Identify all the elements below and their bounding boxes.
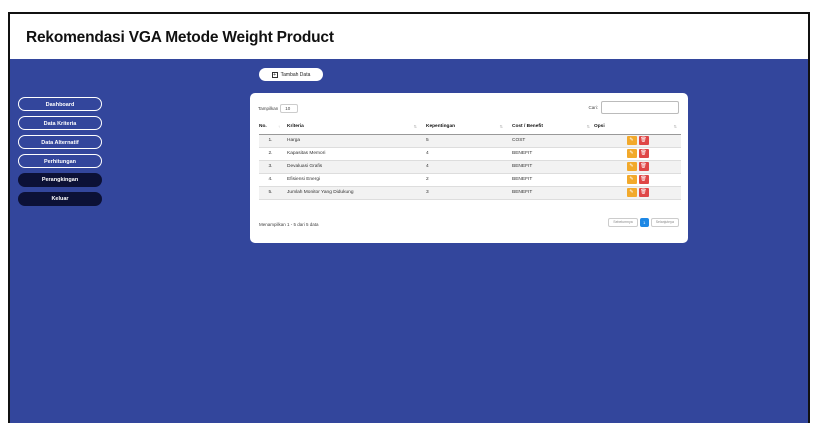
col-header-kriteria[interactable]: Kriteria ⇅ bbox=[282, 120, 421, 135]
entries-length-control: Tampilkan 10 bbox=[258, 104, 299, 113]
main-content: + Tambah Data Tampilkan 10 Cari: No. ↑ Kr… bbox=[116, 59, 808, 423]
edit-icon[interactable]: ✎ bbox=[626, 175, 637, 184]
cell-kepentingan: 3 bbox=[421, 186, 507, 200]
trash-icon[interactable]: 🗑 bbox=[638, 188, 649, 197]
trash-icon[interactable]: 🗑 bbox=[638, 136, 649, 145]
cell-kepentingan: 2 bbox=[421, 173, 507, 187]
trash-icon[interactable]: 🗑 bbox=[638, 149, 649, 158]
cell-kepentingan: 5 bbox=[421, 134, 507, 148]
table-info: Menampilkan 1 - 5 dari 5 data bbox=[259, 222, 319, 227]
cell-opsi: ✎ 🗑 bbox=[594, 173, 681, 187]
col-header-opsi[interactable]: Opsi ⇅ bbox=[594, 120, 681, 135]
cell-no: 3. bbox=[259, 160, 282, 174]
table-row: 4. Efisiensi Energi 2 BENEFIT ✎ 🗑 bbox=[259, 173, 681, 187]
cell-no: 5. bbox=[259, 186, 282, 200]
trash-icon[interactable]: 🗑 bbox=[638, 175, 649, 184]
sidebar-item-perangkingan[interactable]: Perangkingan bbox=[18, 173, 102, 187]
sidebar-item-data-alternatif[interactable]: Data Alternatif bbox=[18, 135, 102, 149]
cell-no: 4. bbox=[259, 173, 282, 187]
col-header-no[interactable]: No. ↑ bbox=[259, 120, 282, 135]
header: Rekomendasi VGA Metode Weight Product bbox=[10, 14, 808, 58]
app-title: Rekomendasi VGA Metode Weight Product bbox=[26, 29, 334, 46]
cell-opsi: ✎ 🗑 bbox=[594, 186, 681, 200]
col-header-cost-benefit[interactable]: Cost / Benefit ⇅ bbox=[507, 120, 594, 135]
sidebar-item-data-kriteria[interactable]: Data Kriteria bbox=[18, 116, 102, 130]
app-window: Rekomendasi VGA Metode Weight Product Da… bbox=[8, 12, 810, 423]
show-label: Tampilkan bbox=[258, 106, 279, 111]
table-row: 1. Harga 5 COST ✎ 🗑 bbox=[259, 134, 681, 148]
cell-kriteria: Kapasitas Memori bbox=[282, 147, 421, 161]
sort-arrow-icon: ↑ bbox=[278, 124, 280, 129]
plus-square-icon: + bbox=[271, 71, 278, 78]
cell-kriteria: Devaluasi Grafis bbox=[282, 160, 421, 174]
sidebar: Dashboard Data Kriteria Data Alternatif … bbox=[10, 59, 116, 423]
cell-cost-benefit: BENEFIT bbox=[507, 173, 594, 187]
sidebar-item-keluar[interactable]: Keluar bbox=[18, 192, 102, 206]
cell-kriteria: Jumlah Monitor Yang Didukung bbox=[282, 186, 421, 200]
cell-cost-benefit: BENEFIT bbox=[507, 147, 594, 161]
edit-icon[interactable]: ✎ bbox=[626, 149, 637, 158]
edit-icon[interactable]: ✎ bbox=[626, 162, 637, 171]
table-row: 5. Jumlah Monitor Yang Didukung 3 BENEFI… bbox=[259, 186, 681, 200]
cell-opsi: ✎ 🗑 bbox=[594, 160, 681, 174]
cell-opsi: ✎ 🗑 bbox=[594, 147, 681, 161]
data-table-card: Tampilkan 10 Cari: No. ↑ Kriteria ⇅ Kepent… bbox=[250, 93, 688, 243]
table-row: 2. Kapasitas Memori 4 BENEFIT ✎ 🗑 bbox=[259, 147, 681, 161]
cell-no: 2. bbox=[259, 147, 282, 161]
search-input[interactable] bbox=[601, 101, 679, 114]
sort-arrow-icon: ⇅ bbox=[586, 124, 590, 129]
entries-select[interactable]: 10 bbox=[280, 104, 299, 113]
sidebar-item-perhitungan[interactable]: Perhitungan bbox=[18, 154, 102, 168]
pagination-next[interactable]: Selanjutnya bbox=[650, 218, 679, 227]
cell-kepentingan: 4 bbox=[421, 147, 507, 161]
cell-cost-benefit: COST bbox=[507, 134, 594, 148]
add-data-label: Tambah Data bbox=[280, 71, 311, 78]
pagination-previous[interactable]: Sebelumnya bbox=[608, 218, 638, 227]
cell-kriteria: Harga bbox=[282, 134, 421, 148]
sort-arrow-icon: ⇅ bbox=[413, 124, 417, 129]
cell-no: 1. bbox=[259, 134, 282, 148]
cell-opsi: ✎ 🗑 bbox=[594, 134, 681, 148]
sort-arrow-icon: ⇅ bbox=[673, 124, 677, 129]
sidebar-item-dashboard[interactable]: Dashboard bbox=[18, 97, 102, 111]
cell-kriteria: Efisiensi Energi bbox=[282, 173, 421, 187]
kriteria-table: No. ↑ Kriteria ⇅ Kepentingan ⇅ Cost / Benef… bbox=[259, 120, 681, 200]
pagination-page-1[interactable]: 1 bbox=[639, 218, 649, 227]
search-label: Cari: bbox=[588, 105, 598, 110]
add-data-button[interactable]: + Tambah Data bbox=[259, 68, 323, 81]
col-header-kepentingan[interactable]: Kepentingan ⇅ bbox=[421, 120, 507, 135]
pagination: Sebelumnya 1 Selanjutnya bbox=[608, 218, 679, 227]
edit-icon[interactable]: ✎ bbox=[626, 136, 637, 145]
table-header-row: No. ↑ Kriteria ⇅ Kepentingan ⇅ Cost / Benef… bbox=[259, 120, 681, 135]
edit-icon[interactable]: ✎ bbox=[626, 188, 637, 197]
search-control: Cari: bbox=[588, 101, 679, 114]
cell-cost-benefit: BENEFIT bbox=[507, 186, 594, 200]
cell-kepentingan: 4 bbox=[421, 160, 507, 174]
table-row: 3. Devaluasi Grafis 4 BENEFIT ✎ 🗑 bbox=[259, 160, 681, 174]
sort-arrow-icon: ⇅ bbox=[499, 124, 503, 129]
trash-icon[interactable]: 🗑 bbox=[638, 162, 649, 171]
cell-cost-benefit: BENEFIT bbox=[507, 160, 594, 174]
